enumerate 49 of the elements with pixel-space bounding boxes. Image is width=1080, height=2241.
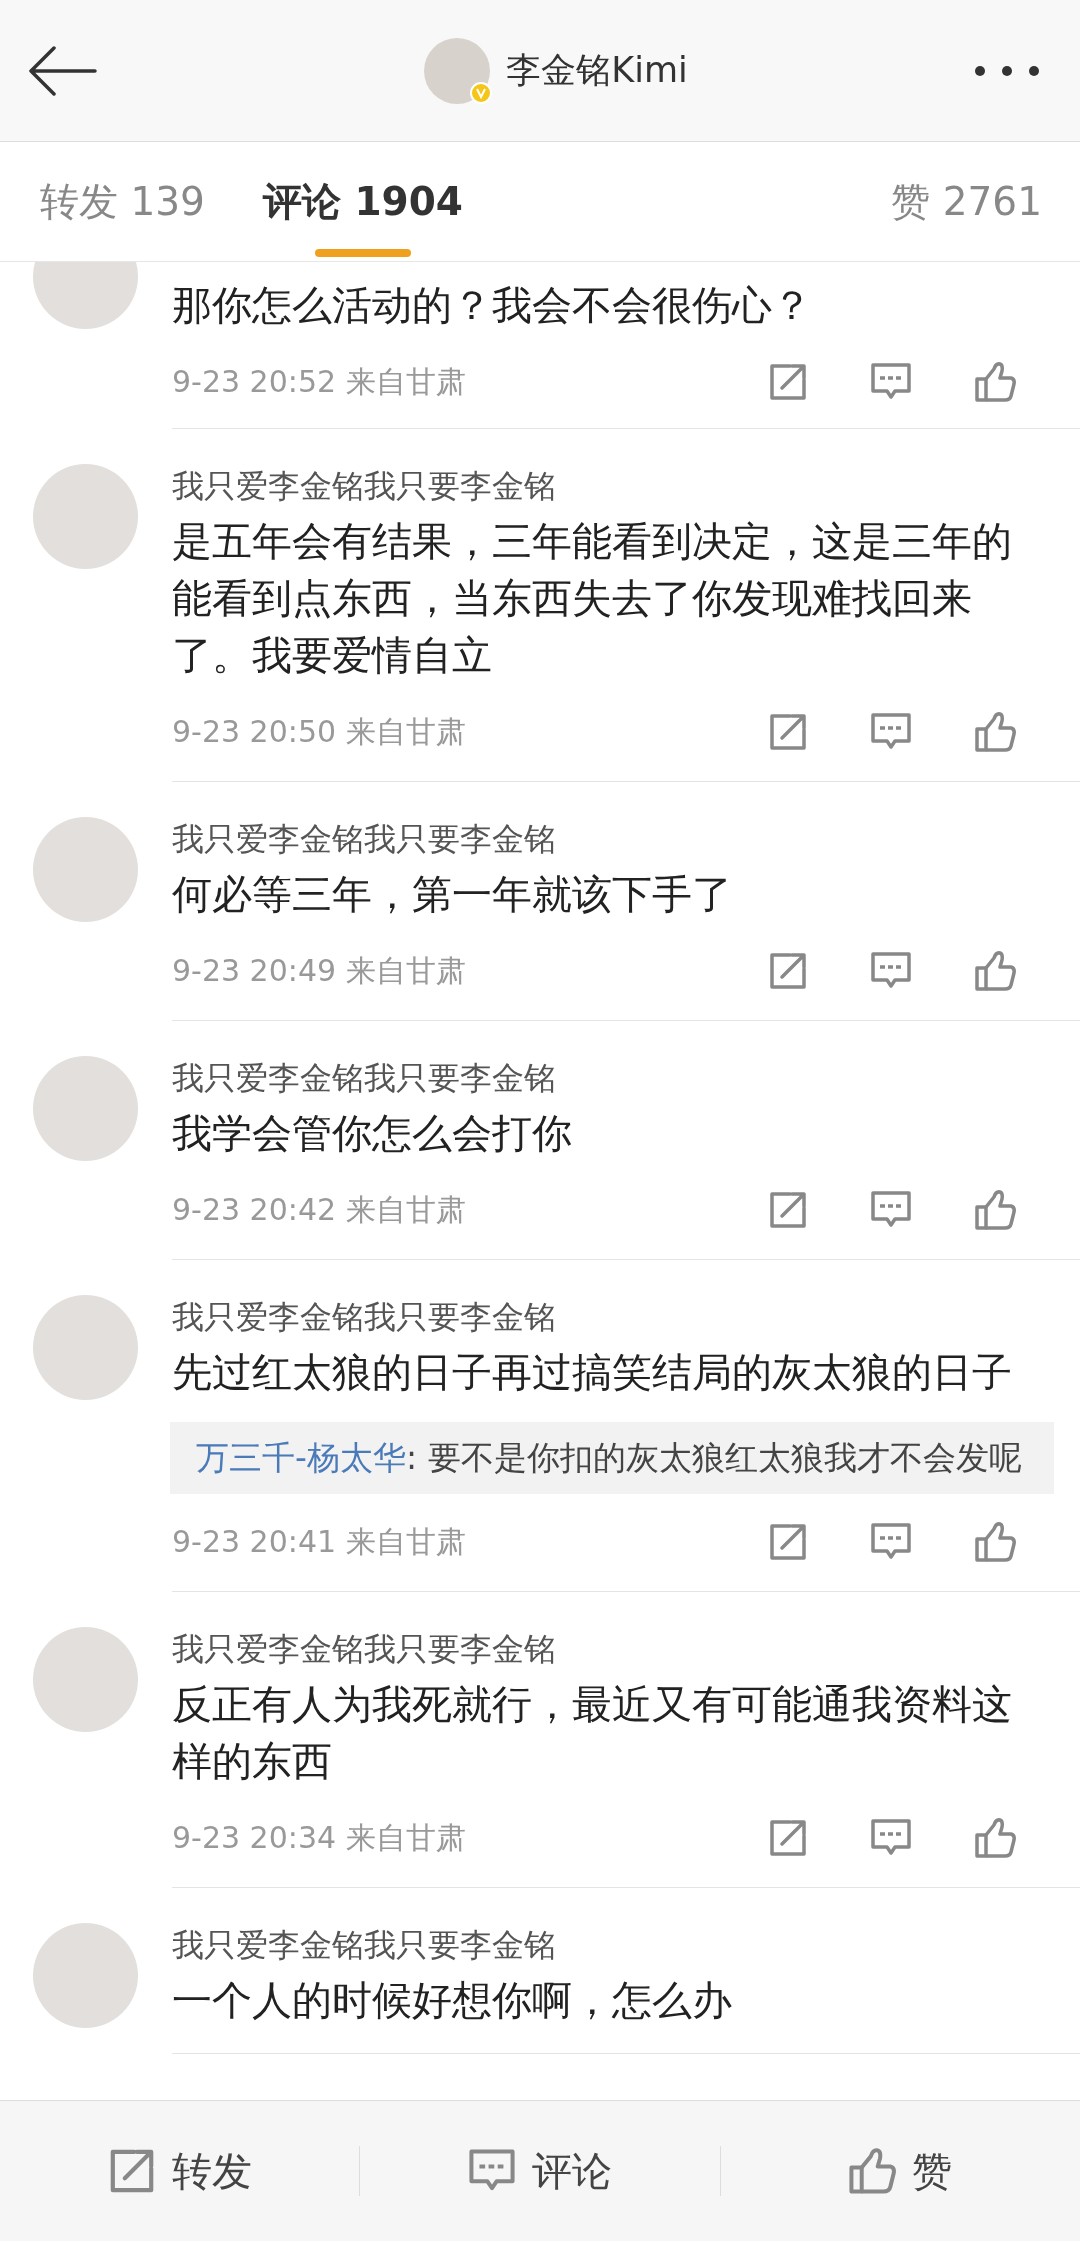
reply-text: 万三千-杨太华: 要不是你扣的灰太狼红太狼我才不会发呢 [196,1437,1023,1479]
share-icon[interactable] [768,1190,808,1230]
comment-text: 反正有人为我死就行，最近又有可能通我资料这样的东西 [172,1680,1013,1786]
back-arrow-icon[interactable] [28,45,98,96]
comment-time: 9-23 20:41 来自甘肃 [172,1522,467,1561]
like-icon[interactable] [974,1521,1016,1563]
like-icon[interactable] [974,1817,1016,1859]
comment-time: 9-23 20:34 来自甘肃 [172,1818,467,1857]
username[interactable]: 我只爱李金铭我只要李金铭 [172,1056,1030,1100]
comment-icon[interactable] [870,1522,912,1562]
tab[interactable]: 赞 2761 [891,146,1042,257]
comment-time: 9-23 20:52 来自甘肃 [172,362,467,401]
comment-text: 是五年会有结果，三年能看到决定，这是三年的能看到点东西，当东西失去了你发现难找回来了。我要爱情自立 [172,517,1013,680]
comment-time: 9-23 20:49 来自甘肃 [172,951,467,990]
share-icon[interactable] [768,1818,808,1858]
like-icon [848,2147,897,2195]
username[interactable]: 我只爱李金铭我只要李金铭 [172,1627,1030,1671]
reply-author-link[interactable]: 万三千-杨太华 [196,1438,406,1477]
comment-time: 9-23 20:50 来自甘肃 [172,712,467,751]
like-icon[interactable] [974,950,1016,992]
share-icon[interactable] [768,362,808,402]
comment-icon[interactable] [870,712,912,752]
comment-time: 9-23 20:42 来自甘肃 [172,1190,467,1229]
like-icon[interactable] [974,1189,1016,1231]
repost-button[interactable]: 转发 [0,2101,360,2241]
like-icon[interactable] [974,361,1016,403]
username[interactable]: 我只爱李金铭我只要李金铭 [172,464,1030,508]
comment-icon[interactable] [870,1190,912,1230]
like-icon[interactable] [974,711,1016,753]
share-icon[interactable] [768,951,808,991]
comment-text: 何必等三年，第一年就该下手了 [172,870,733,919]
comment-icon[interactable] [870,951,912,991]
tab[interactable]: 评论 1904 [262,146,463,257]
comment-text: 我学会管你怎么会打你 [172,1109,573,1158]
username[interactable]: 我只爱李金铭我只要李金铭 [172,1295,1030,1339]
username[interactable]: 我只爱李金铭我只要李金铭 [172,817,1030,861]
comment-text: 一个人的时候好想你啊，怎么办 [172,1976,733,2025]
share-icon[interactable] [768,712,808,752]
profile-name[interactable]: 李金铭Kimi [506,47,688,94]
like-button[interactable]: 赞 [720,2101,1080,2241]
comment-text: 先过红太狼的日子再过搞笑结局的灰太狼的日子 [172,1348,1013,1397]
share-icon[interactable] [768,1522,808,1562]
more-icon[interactable] [974,64,1040,77]
tab[interactable]: 转发 139 [40,146,205,257]
comment-icon[interactable] [870,1818,912,1858]
comment-text: 那你怎么活动的？我会不会很伤心？ [172,281,813,330]
comment-icon[interactable] [870,362,912,402]
comment-button[interactable]: 评论 [360,2101,720,2241]
username[interactable]: 我只爱李金铭我只要李金铭 [172,1923,1030,1967]
